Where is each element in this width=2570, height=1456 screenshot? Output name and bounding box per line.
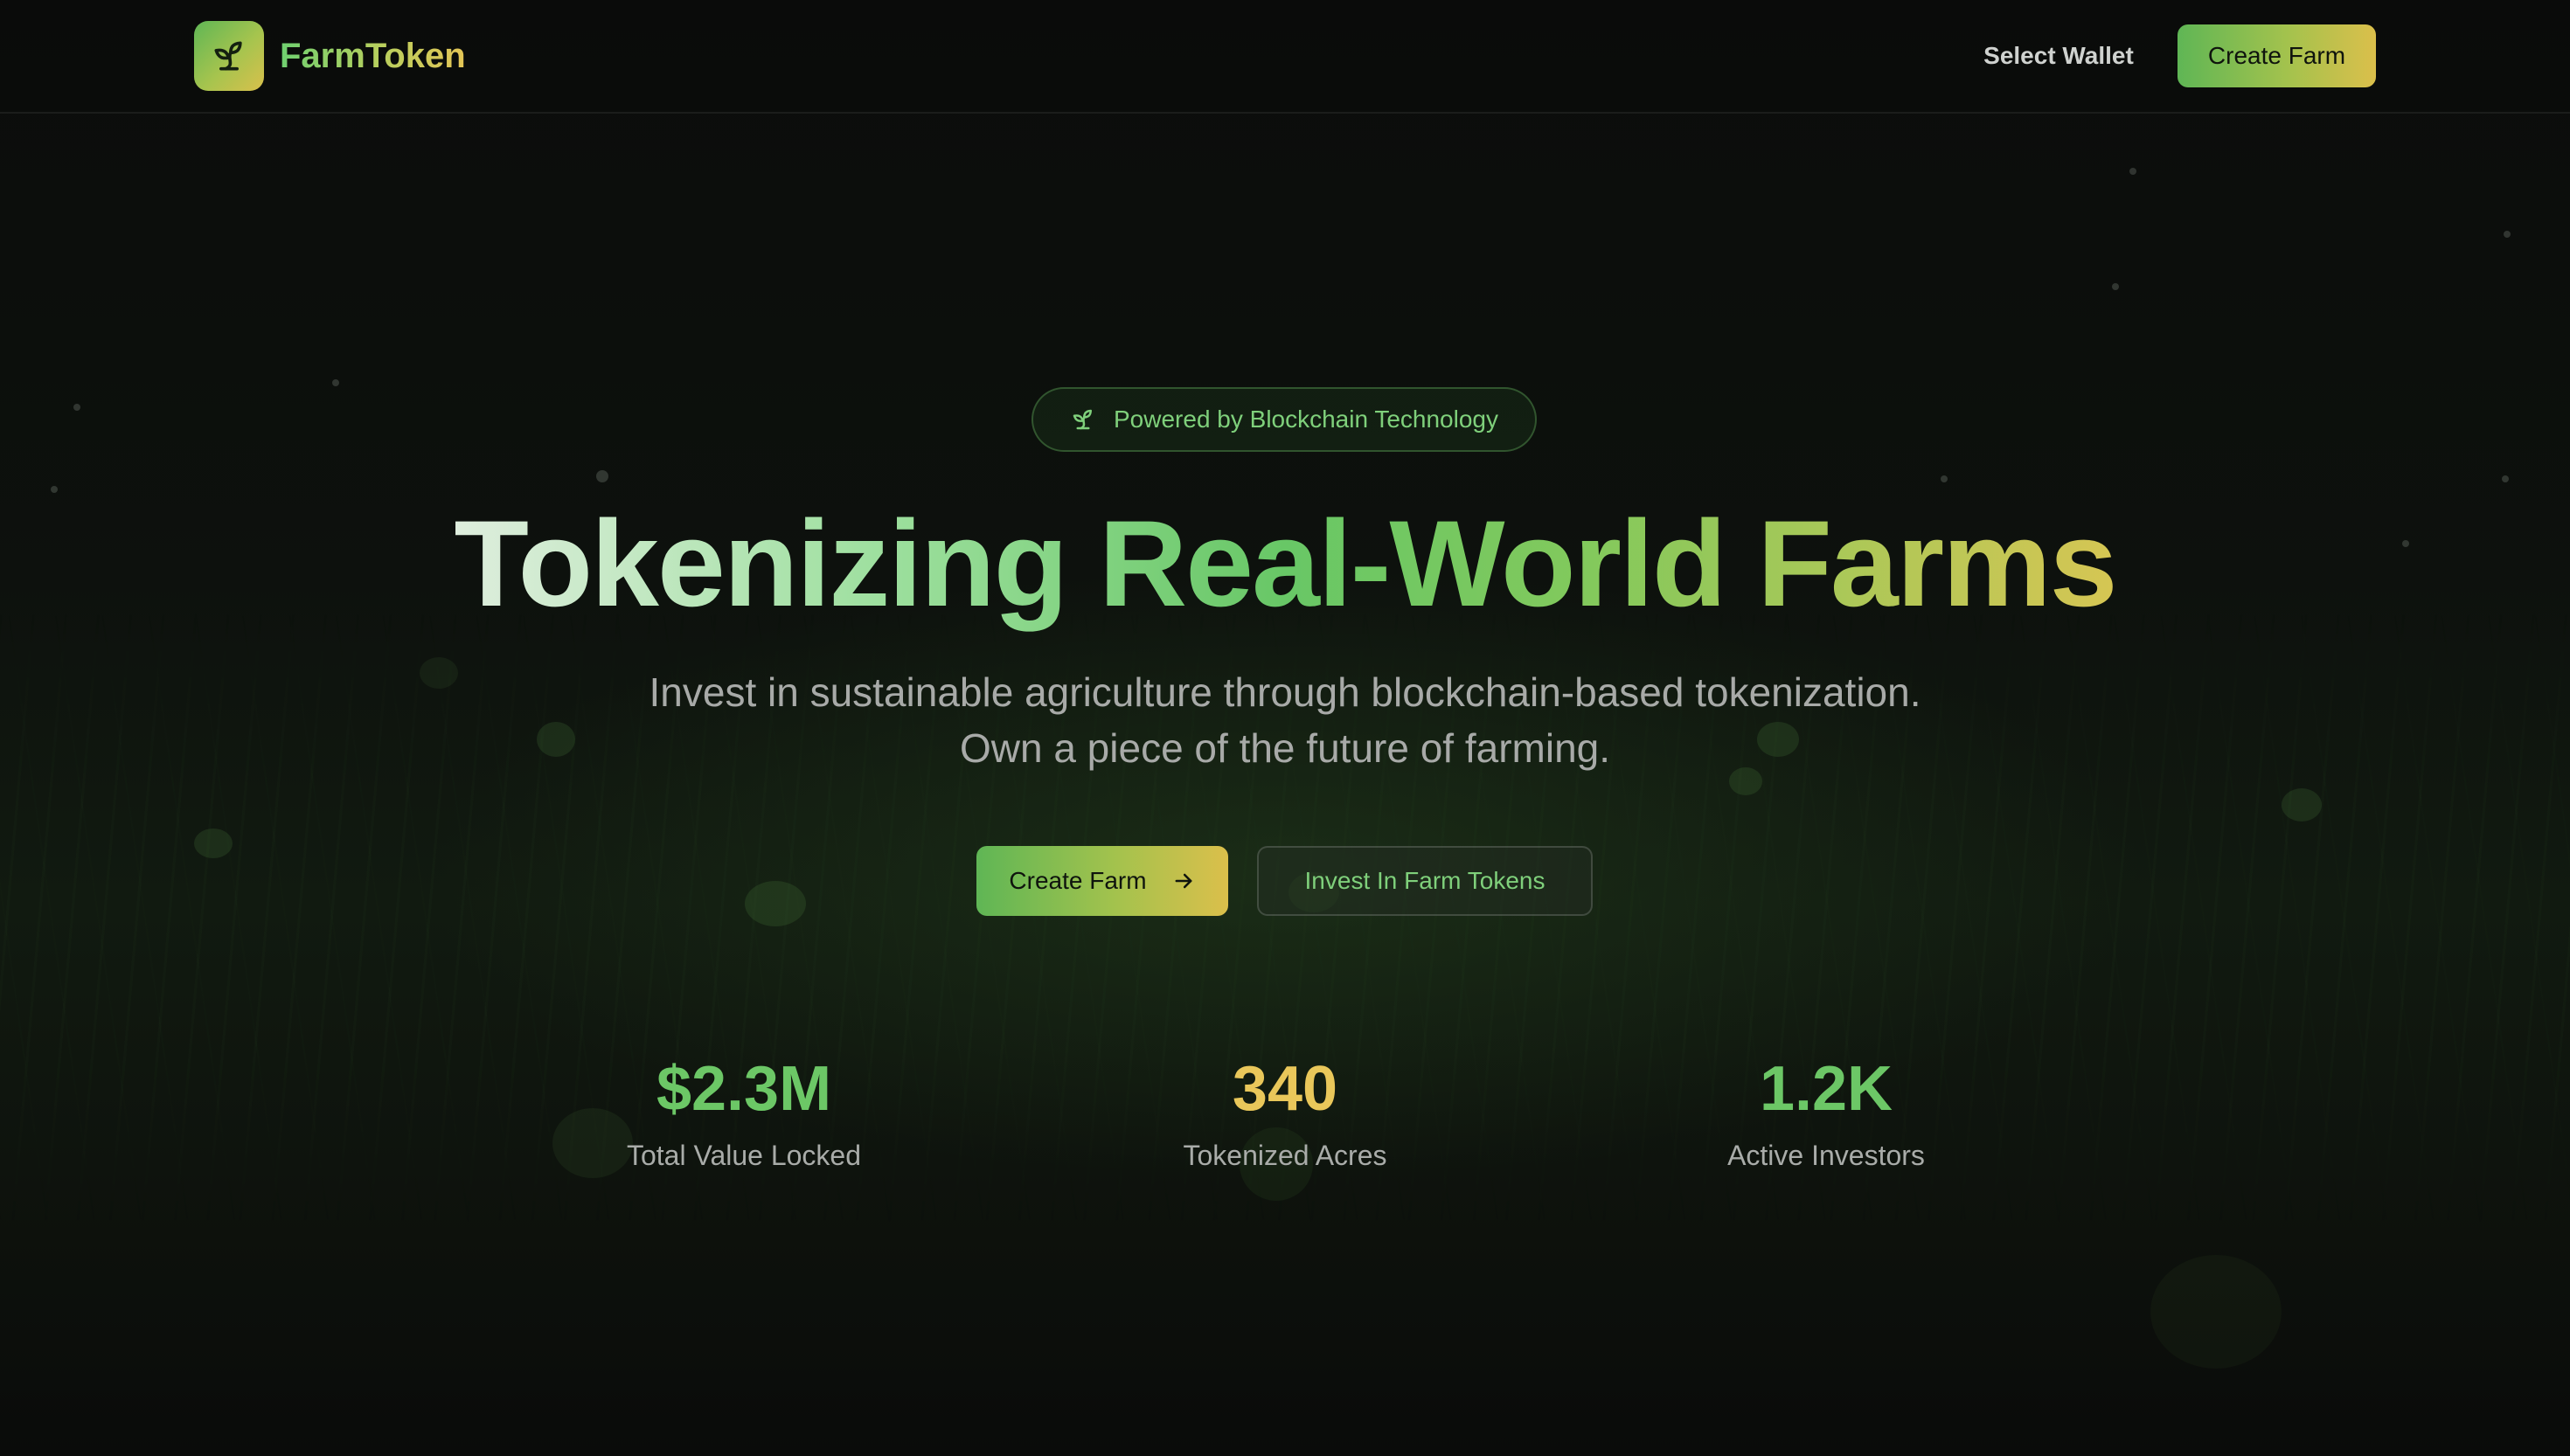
stat-value: 1.2K: [1759, 1054, 1893, 1124]
brand-name: FarmToken: [280, 36, 466, 75]
dust-speck: [596, 470, 608, 482]
badge-label: Powered by Blockchain Technology: [1114, 406, 1498, 433]
stat-label: Active Investors: [1727, 1140, 1925, 1171]
stat-tokenized-acres: 340 Tokenized Acres: [1023, 1045, 1547, 1175]
select-wallet-button[interactable]: Select Wallet: [1958, 35, 2159, 77]
hero-title: Tokenizing Real-World Farms: [0, 489, 2570, 638]
hero-subtitle-line-2: Own a piece of the future of farming.: [959, 725, 1611, 771]
hero-title-text: Tokenizing Real-World Farms: [454, 495, 2117, 632]
sprout-icon: [214, 41, 242, 71]
brand-link[interactable]: FarmToken: [194, 21, 466, 91]
dust-speck: [2502, 475, 2509, 482]
stat-value: $2.3M: [656, 1054, 832, 1124]
top-navbar: FarmToken Select Wallet Create Farm: [0, 0, 2570, 114]
landing-page: FarmToken Select Wallet Create Farm Powe…: [0, 0, 2570, 1456]
arrow-right-icon: [1171, 869, 1196, 893]
bokeh-light: [745, 881, 806, 926]
bokeh-light: [194, 829, 233, 858]
stat-label: Tokenized Acres: [1183, 1140, 1387, 1171]
dust-speck: [2129, 168, 2136, 175]
create-farm-button[interactable]: Create Farm: [976, 846, 1228, 916]
stat-label: Total Value Locked: [626, 1140, 862, 1171]
nav-create-farm-button[interactable]: Create Farm: [2178, 24, 2376, 87]
bokeh-light: [2282, 788, 2322, 822]
blockchain-badge: Powered by Blockchain Technology: [1031, 387, 1537, 452]
dust-speck: [1941, 475, 1948, 482]
dust-speck: [2112, 283, 2119, 290]
hero-subtitle-line-1: Invest in sustainable agriculture throug…: [649, 669, 1921, 715]
create-farm-label: Create Farm: [1009, 867, 1147, 894]
stat-total-value-locked: $2.3M Total Value Locked: [482, 1045, 1006, 1175]
sprout-icon: [1070, 406, 1096, 433]
dust-speck: [332, 379, 339, 386]
stat-value: 340: [1232, 1054, 1338, 1124]
invest-farm-tokens-button[interactable]: Invest In Farm Tokens: [1257, 846, 1593, 916]
brand-logo: [194, 21, 264, 91]
bokeh-light: [2150, 1255, 2282, 1369]
dust-speck: [2504, 231, 2511, 238]
dust-speck: [73, 404, 80, 411]
stat-active-investors: 1.2K Active Investors: [1564, 1045, 2088, 1175]
